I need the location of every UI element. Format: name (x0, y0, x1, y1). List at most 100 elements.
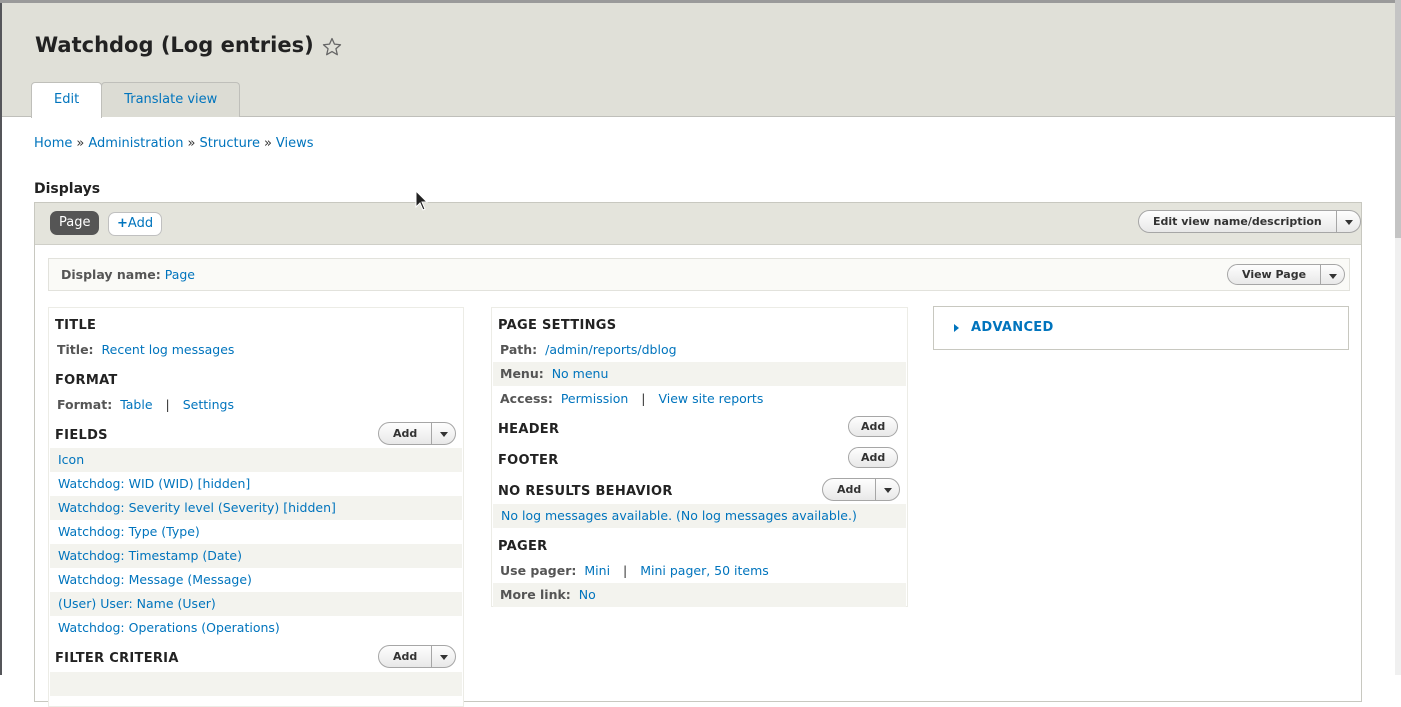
format-section-heading: FORMAT (55, 373, 118, 388)
add-display-label: Add (127, 216, 154, 231)
page-settings-heading: PAGE SETTINGS (498, 318, 617, 333)
filter-row (50, 672, 462, 696)
field-item: Watchdog: Operations (Operations) (50, 616, 462, 640)
format-settings-link[interactable]: Settings (183, 397, 234, 412)
middle-column: PAGE SETTINGS Path: /admin/reports/dblog… (491, 307, 908, 607)
menu-label: Menu: (500, 366, 544, 381)
field-item: Watchdog: WID (WID) [hidden] (50, 472, 462, 496)
display-name-line: Display name: Page (61, 267, 195, 282)
field-link[interactable]: Watchdog: Severity level (Severity) [hid… (58, 500, 336, 515)
path-link[interactable]: /admin/reports/dblog (545, 342, 676, 357)
no-results-link[interactable]: No log messages available. (No log messa… (501, 508, 857, 523)
no-results-heading: NO RESULTS BEHAVIOR (498, 484, 673, 499)
left-column: TITLE Title: Recent log messages FORMAT … (48, 307, 464, 707)
display-name-row: Display name: Page View Page (48, 258, 1350, 291)
access-site-reports-link[interactable]: View site reports (658, 391, 763, 406)
field-link[interactable]: Icon (58, 452, 84, 467)
header-add-button[interactable]: Add (848, 416, 899, 437)
more-link-value[interactable]: No (579, 587, 596, 602)
edit-view-dropbutton: Edit view name/description (1138, 210, 1361, 233)
display-name-label: Display name: (61, 267, 161, 282)
breadcrumb-separator: » (263, 136, 272, 151)
chevron-down-icon[interactable] (431, 423, 455, 444)
displays-panel: Page +Add Edit view name/description Dis… (34, 202, 1362, 707)
scrollbar[interactable] (1395, 0, 1401, 675)
no-results-add-button[interactable]: Add (823, 479, 875, 500)
menu-link[interactable]: No menu (552, 366, 609, 381)
pipe-separator: | (641, 391, 646, 406)
fields-add-button[interactable]: Add (379, 423, 431, 444)
pipe-separator: | (623, 563, 628, 578)
path-label: Path: (500, 342, 538, 357)
title-row: Title: Recent log messages (50, 338, 462, 362)
format-row: Format: Table | Settings (50, 393, 462, 417)
scrollbar-thumb[interactable] (1395, 0, 1401, 238)
field-link[interactable]: Watchdog: Operations (Operations) (58, 620, 280, 635)
displays-heading: Displays (34, 181, 101, 197)
field-link[interactable]: Watchdog: Type (Type) (58, 524, 200, 539)
footer-section-heading: FOOTER (498, 453, 559, 468)
field-item: Icon (50, 448, 462, 472)
breadcrumb: Home» Administration» Structure» Views (34, 136, 314, 151)
no-results-item: No log messages available. (No log messa… (493, 504, 906, 528)
advanced-section[interactable]: ADVANCED (933, 306, 1349, 350)
edit-view-name-button[interactable]: Edit view name/description (1139, 211, 1336, 232)
title-label: Title: (57, 342, 94, 357)
plus-icon: + (117, 216, 128, 231)
filter-add-dropbutton: Add (378, 645, 457, 668)
more-link-label: More link: (500, 587, 571, 602)
header-section-heading: HEADER (498, 422, 560, 437)
display-tab-page[interactable]: Page (50, 211, 100, 235)
advanced-toggle[interactable]: ADVANCED (971, 320, 1054, 335)
star-icon[interactable] (321, 36, 343, 58)
breadcrumb-structure[interactable]: Structure (199, 136, 259, 151)
use-pager-row: Use pager: Mini | Mini pager, 50 items (493, 559, 906, 583)
menu-row: Menu: No menu (493, 362, 906, 386)
footer-add-button[interactable]: Add (848, 447, 899, 468)
breadcrumb-home[interactable]: Home (34, 136, 72, 151)
tab-translate-view[interactable]: Translate view (101, 82, 241, 117)
chevron-down-icon[interactable] (875, 479, 899, 500)
triangle-right-icon (954, 324, 959, 332)
view-page-dropbutton: View Page (1227, 264, 1346, 285)
field-link[interactable]: Watchdog: Message (Message) (58, 572, 252, 587)
displays-bar: Page +Add Edit view name/description (35, 203, 1361, 245)
chevron-down-icon[interactable] (431, 646, 455, 667)
add-display-button[interactable]: +Add (108, 212, 163, 236)
filter-section-heading: FILTER CRITERIA (55, 651, 179, 666)
page-header-region: Watchdog (Log entries) Edit Translate vi… (2, 3, 1395, 118)
title-value-link[interactable]: Recent log messages (102, 342, 235, 357)
primary-tabs: Edit Translate view (31, 82, 241, 118)
more-link-row: More link: No (493, 583, 906, 607)
format-table-link[interactable]: Table (120, 397, 152, 412)
filter-add-button[interactable]: Add (379, 646, 431, 667)
title-section-heading: TITLE (55, 318, 97, 333)
breadcrumb-administration[interactable]: Administration (88, 136, 183, 151)
tab-edit[interactable]: Edit (31, 82, 103, 118)
format-label: Format: (57, 397, 113, 412)
access-row: Access: Permission | View site reports (493, 387, 906, 411)
field-item: Watchdog: Severity level (Severity) [hid… (50, 496, 462, 520)
field-link[interactable]: Watchdog: Timestamp (Date) (58, 548, 242, 563)
pager-section-heading: PAGER (498, 539, 548, 554)
field-item: (User) User: Name (User) (50, 592, 462, 616)
field-item: Watchdog: Type (Type) (50, 520, 462, 544)
breadcrumb-separator: » (187, 136, 196, 151)
display-name-link[interactable]: Page (165, 267, 195, 282)
chevron-down-icon[interactable] (1335, 211, 1360, 232)
breadcrumb-views[interactable]: Views (276, 136, 314, 151)
mouse-cursor-icon (415, 190, 429, 211)
use-pager-options-link[interactable]: Mini pager, 50 items (640, 563, 769, 578)
path-row: Path: /admin/reports/dblog (493, 338, 906, 362)
fields-add-dropbutton: Add (378, 422, 457, 445)
chevron-down-icon[interactable] (1320, 265, 1344, 284)
access-label: Access: (500, 391, 553, 406)
access-permission-link[interactable]: Permission (561, 391, 628, 406)
use-pager-mini-link[interactable]: Mini (584, 563, 610, 578)
view-page-button[interactable]: View Page (1228, 265, 1320, 284)
field-link[interactable]: Watchdog: WID (WID) [hidden] (58, 476, 250, 491)
field-item: Watchdog: Timestamp (Date) (50, 544, 462, 568)
field-link[interactable]: (User) User: Name (User) (58, 596, 216, 611)
use-pager-label: Use pager: (500, 563, 577, 578)
breadcrumb-separator: » (76, 136, 85, 151)
